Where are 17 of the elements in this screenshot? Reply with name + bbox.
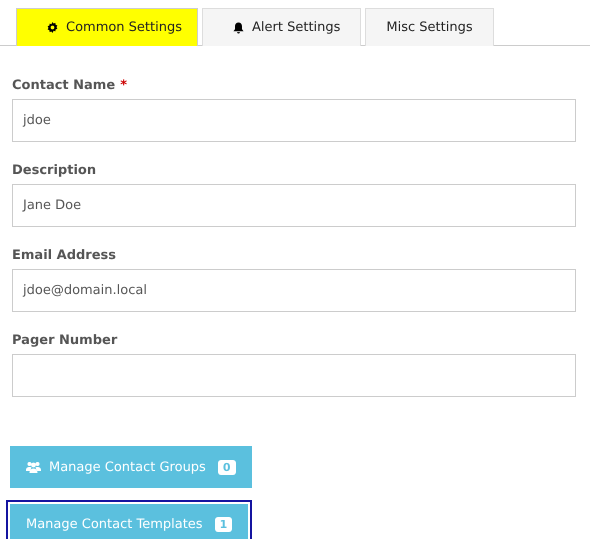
field-label: Pager Number bbox=[12, 333, 118, 348]
tab[interactable]: Alert Settings bbox=[202, 8, 362, 46]
input-field[interactable]: jdoe@domain.local bbox=[12, 269, 576, 312]
count-badge: 0 bbox=[218, 460, 236, 474]
required-mark: * bbox=[120, 78, 127, 93]
field-label: Email Address bbox=[12, 248, 116, 263]
input-field[interactable]: Jane Doe bbox=[12, 184, 576, 227]
input-field[interactable] bbox=[12, 354, 576, 397]
field-label: Contact Name bbox=[12, 78, 116, 93]
input-field[interactable]: jdoe bbox=[12, 99, 576, 142]
tab[interactable]: Misc Settings bbox=[365, 8, 494, 46]
tab[interactable]: Common Settings bbox=[16, 8, 198, 46]
users-icon bbox=[26, 461, 41, 473]
gear-icon bbox=[47, 22, 58, 33]
count-badge: 1 bbox=[214, 516, 232, 532]
bell-icon bbox=[233, 22, 244, 34]
field-label: Description bbox=[12, 163, 96, 178]
